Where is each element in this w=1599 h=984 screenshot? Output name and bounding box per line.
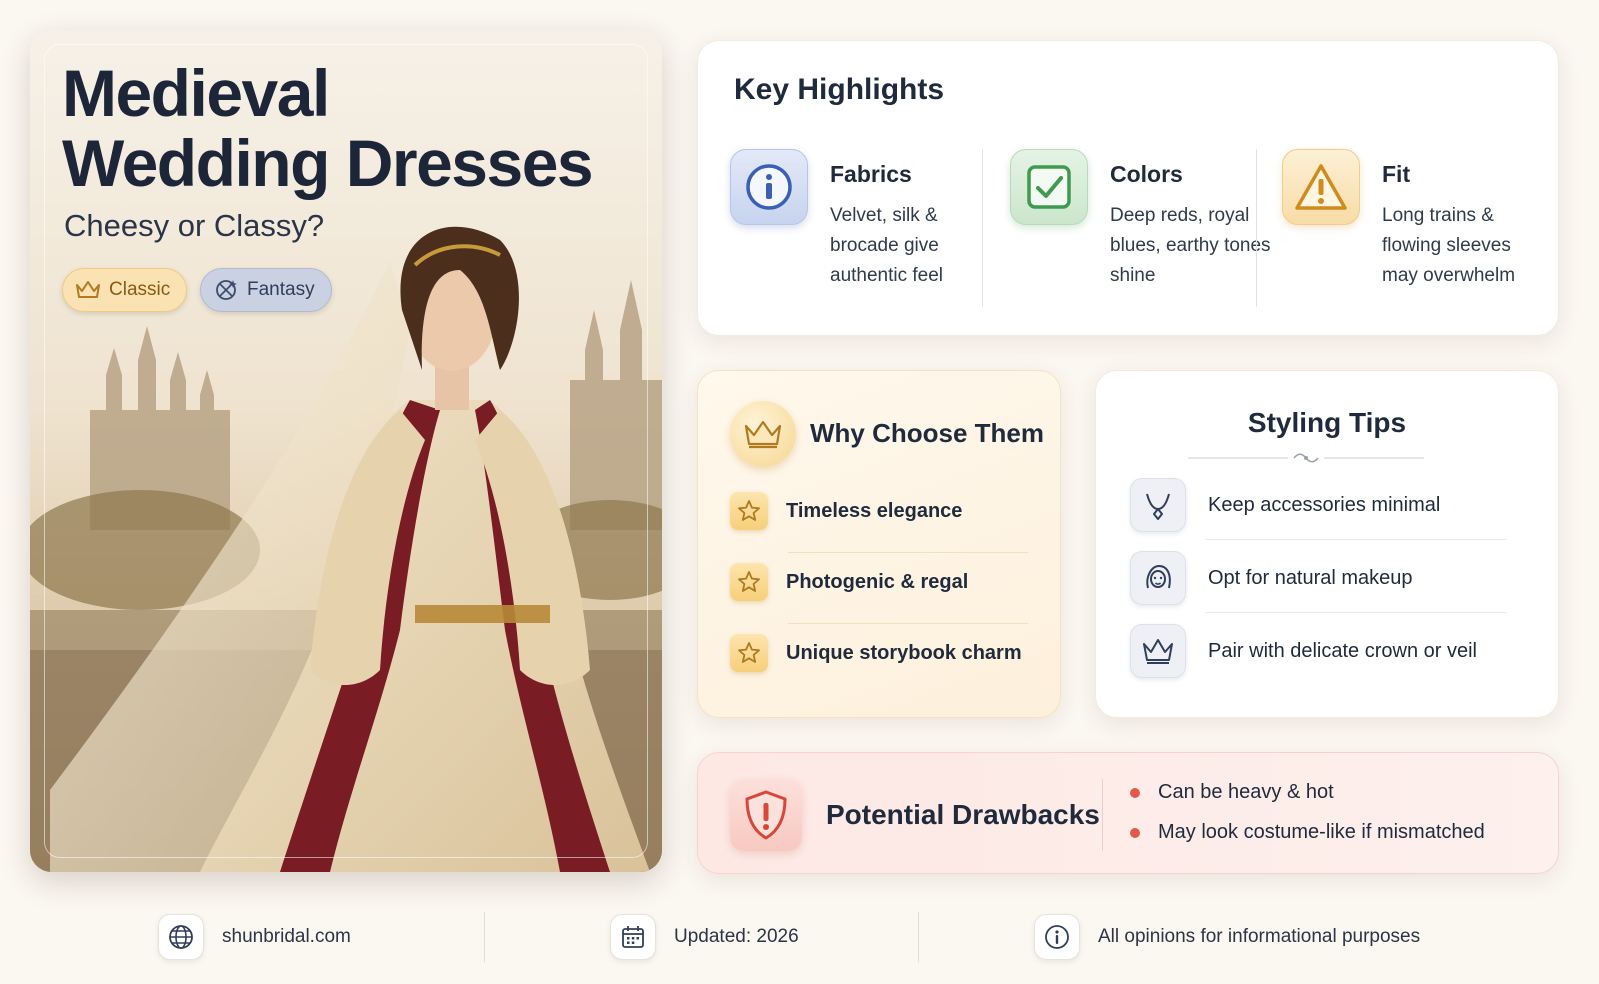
- sparkle-icon: [216, 280, 237, 300]
- tag-fantasy[interactable]: Fantasy: [200, 268, 332, 312]
- tip-item-label: Pair with delicate crown or veil: [1208, 639, 1477, 662]
- drawback-item: May look costume-like if mismatched: [1130, 821, 1485, 844]
- why-item: Photogenic & regal: [730, 562, 1030, 602]
- footer-note-label: All opinions for informational purposes: [1098, 926, 1421, 947]
- highlight-divider: [1256, 149, 1257, 307]
- tip-separator: [1206, 612, 1506, 613]
- warning-icon: [1282, 149, 1360, 225]
- drawbacks-divider: [1102, 779, 1103, 851]
- footer-site-label: shunbridal.com: [222, 926, 351, 947]
- crown-icon: [76, 281, 100, 298]
- tip-item: Keep accessories minimal: [1130, 477, 1510, 533]
- highlight-colors-desc: Deep reds, royal blues, earthy tones shi…: [1110, 205, 1271, 286]
- tip-item: Pair with delicate crown or veil: [1130, 623, 1510, 679]
- tip-item: Opt for natural makeup: [1130, 550, 1510, 606]
- bullet-dot: [1130, 827, 1140, 838]
- why-separator: [788, 623, 1028, 624]
- ornament-divider: [1188, 453, 1424, 463]
- footer-divider: [918, 912, 919, 962]
- hero-card: Medieval Wedding Dresses Cheesy or Class…: [30, 30, 662, 872]
- footer-note: All opinions for informational purposes: [1034, 914, 1420, 960]
- why-item-label: Photogenic & regal: [786, 570, 969, 593]
- footer-updated: Updated: 2026: [610, 914, 799, 960]
- key-highlights-card: Key Highlights Fabrics Velvet, silk & br…: [697, 40, 1559, 336]
- highlight-colors-name: Colors: [1110, 161, 1183, 187]
- why-item: Unique storybook charm: [730, 633, 1030, 673]
- shield-alert-icon: [730, 779, 802, 851]
- highlight-fit-desc: Long trains & flowing sleeves may overwh…: [1382, 205, 1516, 286]
- footer-site[interactable]: shunbridal.com: [158, 914, 351, 960]
- drawback-item-label: May look costume-like if mismatched: [1158, 821, 1485, 843]
- why-separator: [788, 552, 1028, 553]
- why-item-label: Unique storybook charm: [786, 641, 1022, 664]
- star-icon: [730, 492, 768, 530]
- tag-fantasy-label: Fantasy: [247, 279, 315, 300]
- footer-updated-label: Updated: 2026: [674, 926, 799, 947]
- why-item-label: Timeless elegance: [786, 499, 963, 522]
- info-icon: [1034, 914, 1080, 960]
- page-title-line-2: Wedding Dresses: [62, 126, 594, 200]
- tag-classic[interactable]: Classic: [62, 268, 188, 312]
- check-icon: [1010, 149, 1088, 225]
- tip-item-label: Opt for natural makeup: [1208, 566, 1413, 589]
- tag-classic-label: Classic: [109, 279, 171, 300]
- drawbacks-card: Potential Drawbacks Can be heavy & hot M…: [697, 752, 1559, 874]
- highlight-divider: [982, 149, 983, 307]
- drawback-item-label: Can be heavy & hot: [1158, 781, 1334, 803]
- star-icon: [730, 634, 768, 672]
- highlight-fit-name: Fit: [1382, 161, 1411, 187]
- face-icon: [1130, 551, 1186, 605]
- why-item: Timeless elegance: [730, 491, 1030, 531]
- page-title: Medieval Wedding Dresses: [62, 58, 642, 198]
- calendar-icon: [610, 914, 656, 960]
- key-highlights-title: Key Highlights: [734, 73, 945, 106]
- drawback-item: Can be heavy & hot: [1130, 781, 1334, 804]
- info-icon: [730, 149, 808, 225]
- styling-tips-title: Styling Tips: [1247, 407, 1407, 438]
- star-icon: [730, 563, 768, 601]
- tip-item-label: Keep accessories minimal: [1208, 493, 1441, 516]
- crown-icon: [1130, 624, 1186, 678]
- page-subtitle: Cheesy or Classy?: [64, 208, 325, 243]
- bullet-dot: [1130, 787, 1140, 798]
- why-choose-card: Why Choose Them Timeless elegance Photog…: [697, 370, 1061, 718]
- page-title-line-1: Medieval: [62, 56, 330, 130]
- why-choose-title: Why Choose Them: [810, 418, 1045, 448]
- necklace-icon: [1130, 478, 1186, 532]
- tip-separator: [1206, 539, 1506, 540]
- crown-icon: [730, 401, 796, 467]
- globe-icon: [158, 914, 204, 960]
- highlight-fabrics-desc: Velvet, silk & brocade give authentic fe…: [830, 205, 944, 286]
- highlight-fabrics-name: Fabrics: [830, 161, 912, 187]
- footer-divider: [484, 912, 485, 962]
- styling-tips-card: Styling Tips Keep accessories minimal Op…: [1095, 370, 1559, 718]
- drawbacks-title: Potential Drawbacks: [826, 799, 1100, 830]
